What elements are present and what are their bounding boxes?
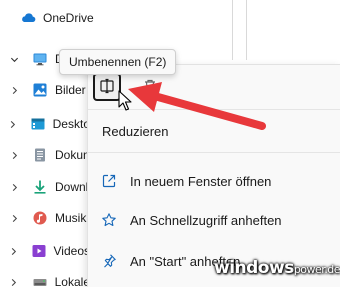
menu-item-pin-quick-access[interactable]: An Schnellzugriff anheften xyxy=(88,204,340,236)
delete-button[interactable] xyxy=(136,73,164,101)
tree-item-bilder[interactable]: Bilder xyxy=(0,78,90,102)
tree-item-label: OneDrive xyxy=(43,11,94,25)
chevron-right-icon[interactable] xyxy=(8,276,20,287)
tree-item-label: Downl xyxy=(55,180,89,194)
desktop-icon xyxy=(30,116,46,132)
drive-icon xyxy=(32,274,48,287)
tree-item-desktop[interactable]: Deskto xyxy=(0,112,90,136)
star-icon xyxy=(101,212,117,228)
watermark-suffix: .de xyxy=(324,263,340,276)
tree-item-local-drive[interactable]: Lokale xyxy=(0,270,90,287)
tree-item-label: Deskto xyxy=(52,117,90,131)
tree-item-label: Videos xyxy=(53,244,90,258)
menu-item-label: In neuem Fenster öffnen xyxy=(130,173,272,189)
menu-item-open-new-window[interactable]: In neuem Fenster öffnen xyxy=(88,165,340,197)
pictures-icon xyxy=(32,82,48,98)
trash-icon xyxy=(142,78,158,97)
tree-item-label: Musik xyxy=(55,211,87,225)
mouse-cursor-icon xyxy=(118,90,132,111)
chevron-right-icon[interactable] xyxy=(8,245,19,257)
watermark-small: power xyxy=(293,263,325,276)
pane-divider xyxy=(232,0,233,60)
computer-icon xyxy=(32,51,48,67)
cloud-icon xyxy=(20,10,36,26)
music-icon xyxy=(32,210,48,226)
rename-button[interactable] xyxy=(93,73,121,101)
tree-item-label: Lokale xyxy=(54,275,90,287)
chevron-right-icon[interactable] xyxy=(8,181,20,193)
pin-icon xyxy=(101,253,117,269)
tree-item-onedrive[interactable]: OneDrive xyxy=(0,6,94,30)
tree-item-downloads[interactable]: Downl xyxy=(0,175,90,199)
chevron-right-icon[interactable] xyxy=(8,212,20,224)
tree-item-dokumente[interactable]: Dokun xyxy=(0,143,90,167)
tree-item-label: Bilder xyxy=(55,83,86,97)
menu-divider xyxy=(88,152,340,153)
open-new-window-icon xyxy=(101,173,117,189)
chevron-right-icon[interactable] xyxy=(8,118,18,130)
tree-item-label: Dokun xyxy=(55,148,90,162)
videos-icon xyxy=(31,243,47,259)
watermark-logo: windowspower.de xyxy=(214,258,340,280)
menu-item-collapse[interactable]: Reduzieren xyxy=(88,115,340,147)
download-icon xyxy=(32,179,48,195)
chevron-right-icon[interactable] xyxy=(8,84,20,96)
rename-icon xyxy=(99,78,115,97)
documents-icon xyxy=(32,147,48,163)
menu-item-label: Reduzieren xyxy=(102,123,169,139)
watermark-main: windows xyxy=(214,258,294,278)
chevron-down-icon[interactable] xyxy=(8,53,20,65)
rename-tooltip: Umbenennen (F2) xyxy=(59,49,177,75)
tree-item-musik[interactable]: Musik xyxy=(0,206,90,230)
tree-item-videos[interactable]: Videos xyxy=(0,239,90,263)
menu-item-label: An Schnellzugriff anheften xyxy=(130,212,282,228)
pane-divider xyxy=(246,0,247,60)
chevron-right-icon[interactable] xyxy=(8,149,20,161)
